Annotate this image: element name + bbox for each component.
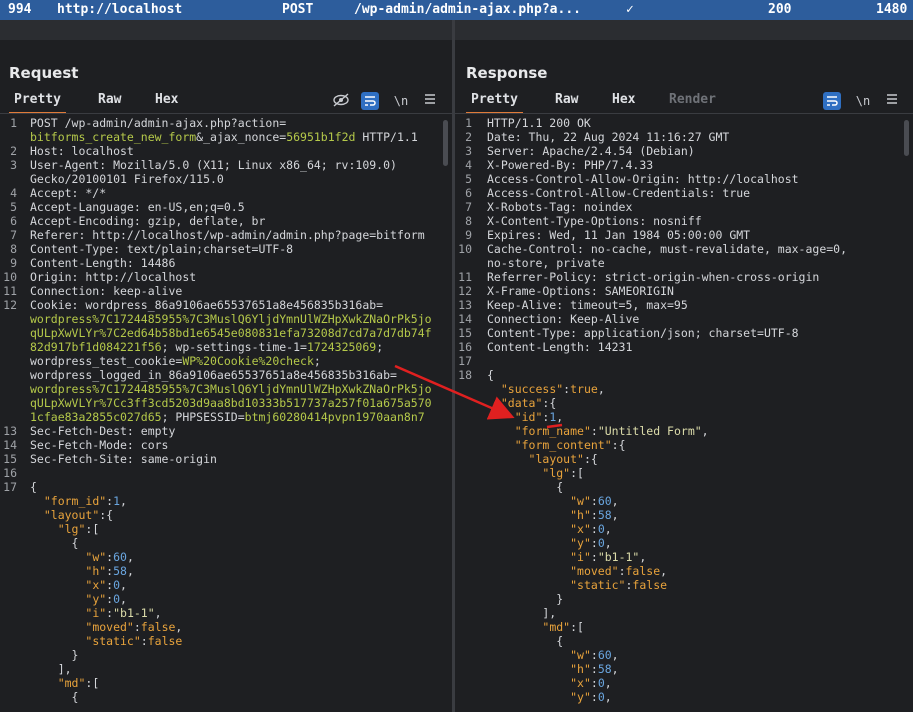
- annotation-arrow: [394, 364, 515, 420]
- annotation-overlay: [394, 364, 563, 429]
- annotation-underline: [546, 423, 563, 429]
